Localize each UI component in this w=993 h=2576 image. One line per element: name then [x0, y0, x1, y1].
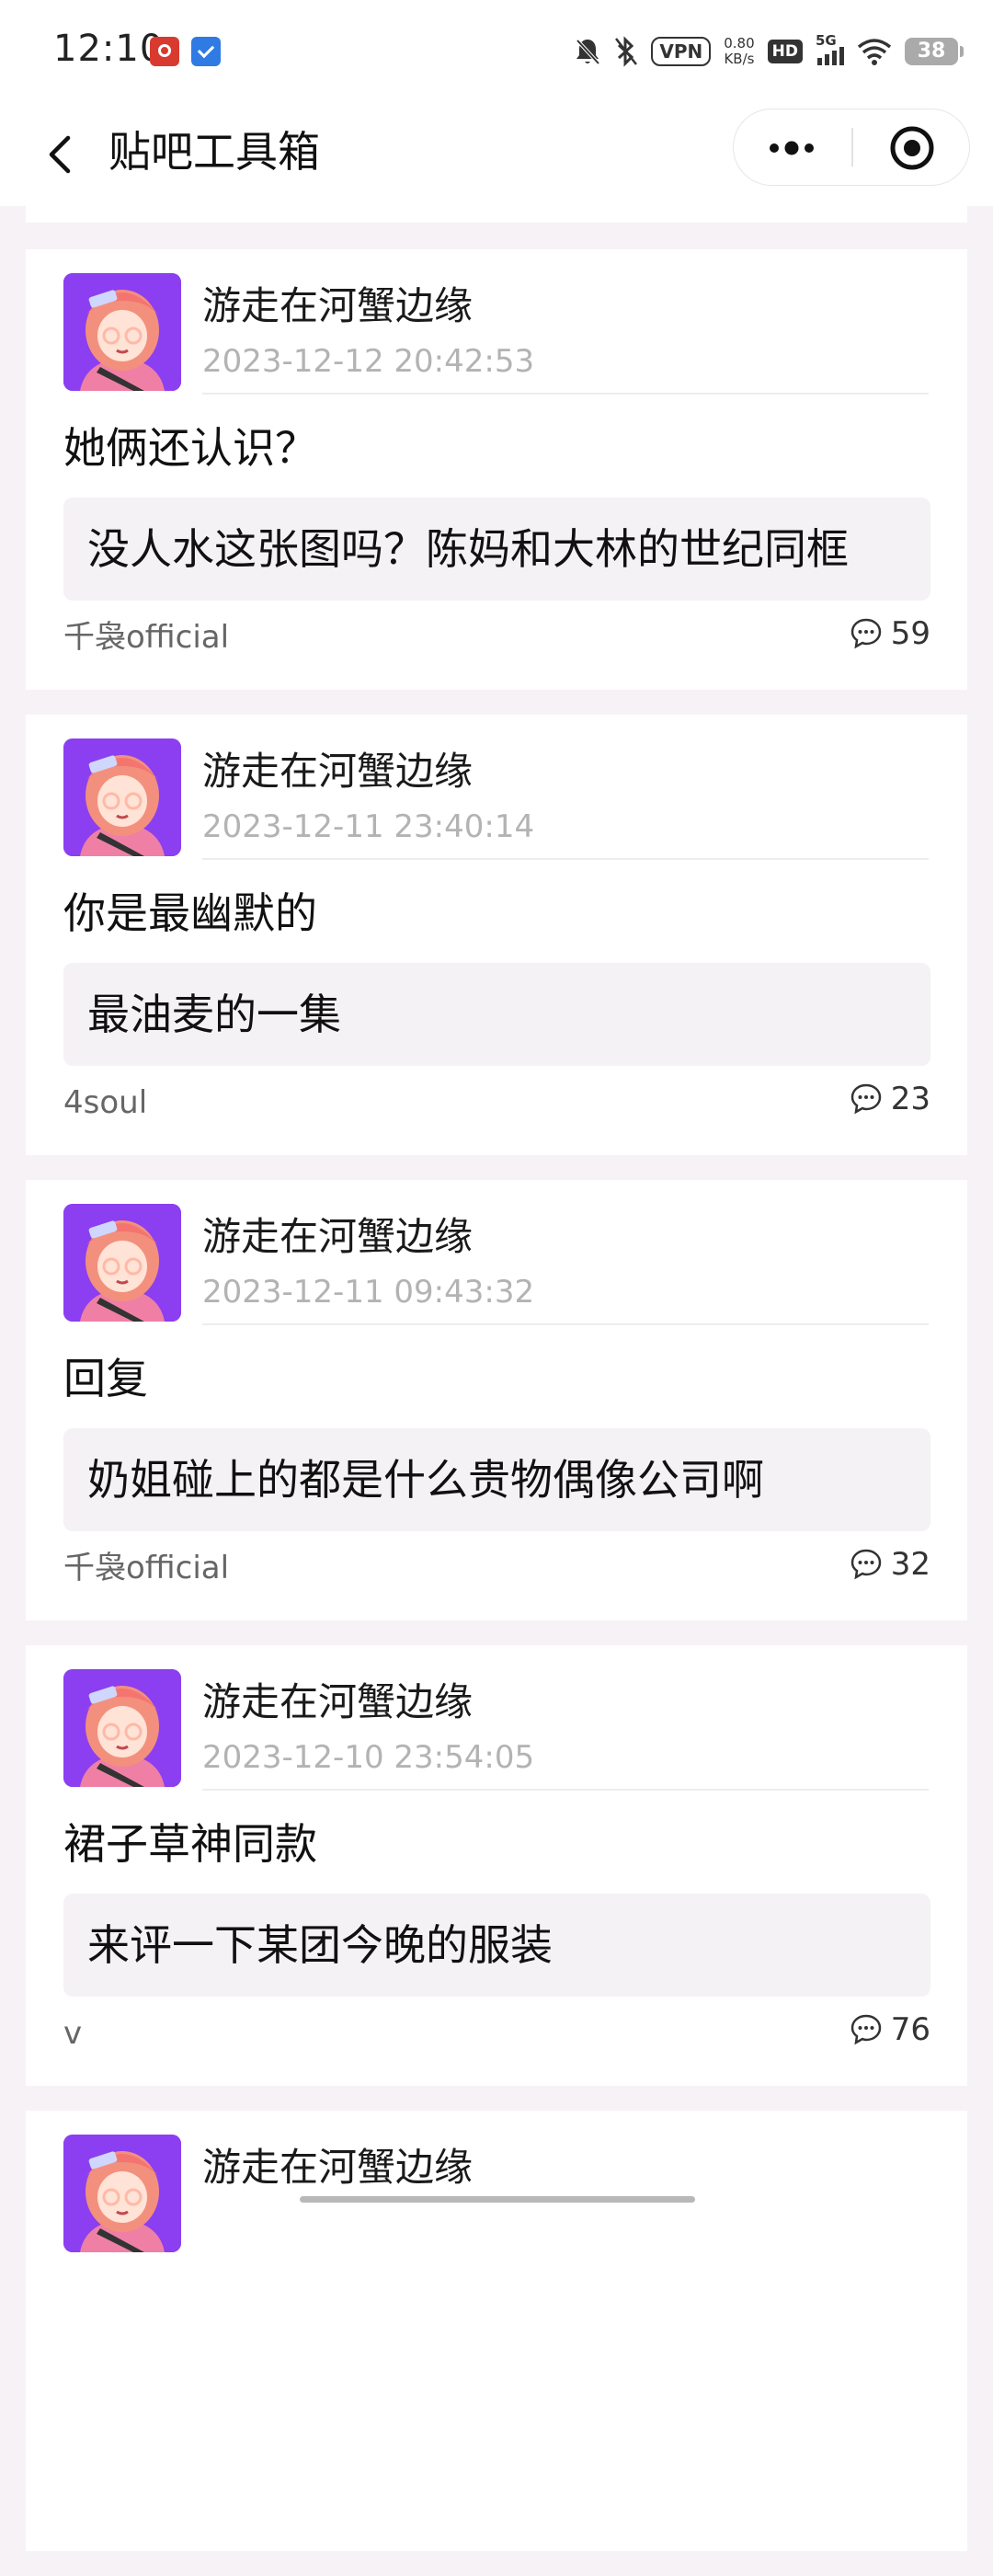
avatar-image [63, 1204, 181, 1322]
author-name[interactable]: 游走在河蟹边缘 [202, 1211, 473, 1263]
comment-stat: 76 [849, 2009, 930, 2050]
author-name[interactable]: 游走在河蟹边缘 [202, 1677, 473, 1728]
status-bar: 12:10 VPN 0.80 KB/s HD 5G 38 [0, 0, 993, 103]
divider [202, 858, 929, 860]
chevron-left-icon [49, 135, 71, 174]
post-list: 游走在河蟹边缘 2023-12-12 20:42:53 她俩还认识？ 没人水这张… [26, 249, 967, 2576]
network-speed-value: 0.80 [724, 35, 755, 52]
quoted-thread[interactable]: 最油麦的一集 [63, 963, 930, 1066]
avatar-image [63, 1669, 181, 1787]
app-notification-icon [150, 37, 179, 66]
source-forum: 4soul [63, 1084, 148, 1121]
app-notification-icon [191, 37, 221, 66]
mini-program-capsule [733, 109, 970, 186]
post-time: 2023-12-11 09:43:32 [202, 1274, 535, 1311]
status-indicators: VPN 0.80 KB/s HD 5G 38 [574, 29, 964, 74]
source-forum: 千袅official [63, 619, 230, 656]
author-name[interactable]: 游走在河蟹边缘 [202, 2142, 473, 2193]
reply-text: 回复 [63, 1354, 148, 1403]
comment-count: 76 [890, 2011, 930, 2048]
post-card[interactable]: 游走在河蟹边缘 2023-12-12 20:42:53 她俩还认识？ 没人水这张… [26, 249, 967, 690]
comment-bubble-icon [850, 2014, 881, 2045]
network-type: 5G [816, 32, 837, 49]
comment-stat: 23 [849, 1079, 930, 1119]
quoted-thread-title: 来评一下某团今晚的服装 [87, 1920, 553, 1970]
post-time: 2023-12-12 20:42:53 [202, 343, 535, 380]
cellular-signal-icon: 5G [816, 32, 844, 65]
quoted-thread[interactable]: 奶姐碰上的都是什么贵物偶像公司啊 [63, 1428, 930, 1531]
nav-bar: 贴吧工具箱 [0, 103, 993, 206]
avatar-image [63, 2135, 181, 2252]
reply-text: 她俩还认识？ [63, 423, 317, 473]
divider [202, 393, 929, 395]
post-card[interactable]: 游走在河蟹边缘 [26, 2111, 967, 2551]
avatar[interactable] [63, 1204, 181, 1322]
page-title: 贴吧工具箱 [108, 127, 320, 177]
status-time: 12:10 [53, 28, 165, 70]
divider [202, 1789, 929, 1791]
post-card[interactable]: 游走在河蟹边缘 2023-12-11 23:40:14 你是最幽默的 最油麦的一… [26, 715, 967, 1155]
avatar[interactable] [63, 738, 181, 856]
author-name[interactable]: 游走在河蟹边缘 [202, 746, 473, 797]
divider [202, 1323, 929, 1325]
close-button[interactable] [853, 109, 971, 187]
reply-text: 裙子草神同款 [63, 1819, 317, 1869]
previous-card-edge [26, 206, 967, 223]
network-speed: 0.80 KB/s [724, 36, 754, 67]
source-forum: v [63, 2015, 83, 2052]
mute-bell-icon [576, 39, 600, 65]
more-button[interactable] [734, 109, 851, 187]
comment-bubble-icon [850, 1083, 881, 1115]
avatar[interactable] [63, 1669, 181, 1787]
source-forum: 千袅official [63, 1550, 230, 1586]
battery-icon: 38 [905, 38, 964, 65]
author-name[interactable]: 游走在河蟹边缘 [202, 280, 473, 332]
quoted-thread[interactable]: 来评一下某团今晚的服装 [63, 1894, 930, 1997]
quoted-thread-title: 最油麦的一集 [87, 990, 341, 1039]
more-dots-icon [770, 141, 814, 155]
wifi-icon [857, 39, 892, 65]
home-indicator[interactable] [300, 2196, 695, 2203]
back-button[interactable] [33, 125, 92, 184]
comment-bubble-icon [850, 618, 881, 649]
post-time: 2023-12-10 23:54:05 [202, 1739, 535, 1776]
comment-count: 32 [890, 1546, 930, 1583]
avatar-image [63, 738, 181, 856]
avatar[interactable] [63, 2135, 181, 2252]
quoted-thread-title: 奶姐碰上的都是什么贵物偶像公司啊 [87, 1455, 764, 1505]
post-card[interactable]: 游走在河蟹边缘 2023-12-11 09:43:32 回复 奶姐碰上的都是什么… [26, 1180, 967, 1620]
avatar-image [63, 273, 181, 391]
target-circle-icon [890, 126, 934, 170]
hd-badge: HD [767, 40, 803, 63]
reply-text: 你是最幽默的 [63, 888, 317, 938]
comment-bubble-icon [850, 1549, 881, 1580]
quoted-thread[interactable]: 没人水这张图吗？陈妈和大林的世纪同框 [63, 498, 930, 601]
avatar[interactable] [63, 273, 181, 391]
comment-stat: 59 [849, 613, 930, 654]
comment-count: 59 [890, 615, 930, 652]
post-card[interactable]: 游走在河蟹边缘 2023-12-10 23:54:05 裙子草神同款 来评一下某… [26, 1645, 967, 2086]
post-time: 2023-12-11 23:40:14 [202, 808, 535, 845]
comment-count: 23 [890, 1081, 930, 1117]
comment-stat: 32 [849, 1544, 930, 1585]
vpn-badge: VPN [651, 37, 712, 66]
bluetooth-icon [615, 36, 638, 67]
network-speed-unit: KB/s [724, 51, 755, 67]
quoted-thread-title: 没人水这张图吗？陈妈和大林的世纪同框 [87, 524, 849, 574]
